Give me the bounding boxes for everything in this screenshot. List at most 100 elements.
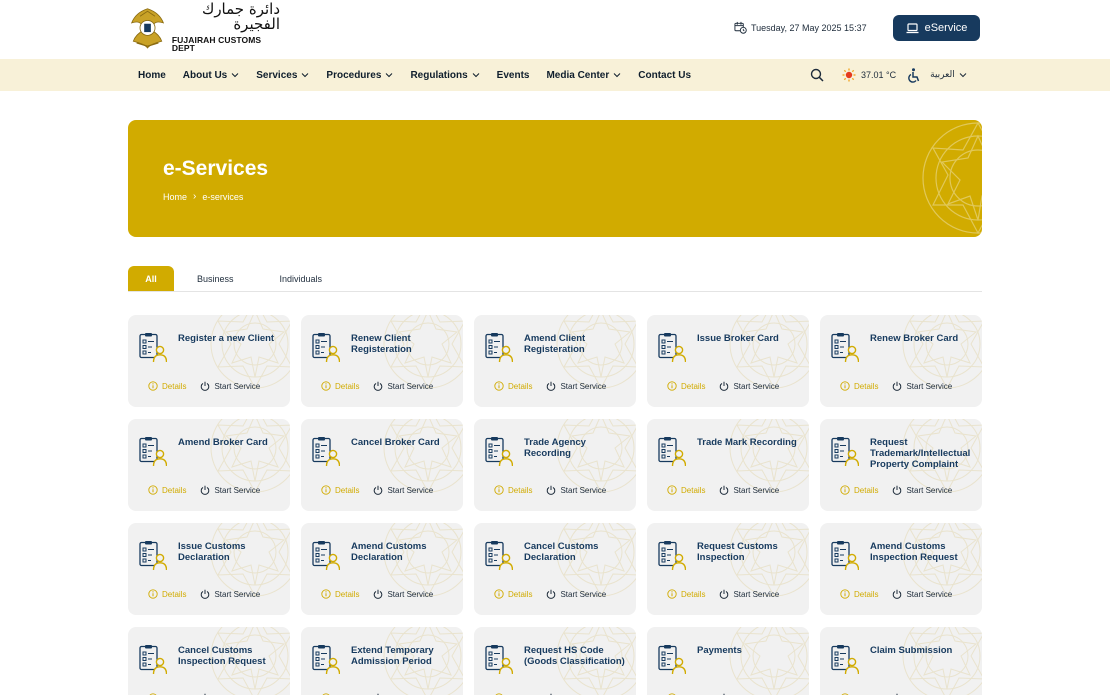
service-actions: Details Start Service (494, 485, 606, 495)
nav-item-regulations[interactable]: Regulations (410, 70, 480, 81)
start-service-label: Start Service (387, 485, 434, 495)
power-icon (201, 589, 210, 599)
details-label: Details (854, 485, 879, 495)
service-card[interactable]: Amend Customs Inspection Request Details S… (820, 523, 982, 615)
breadcrumb-home[interactable]: Home (163, 192, 187, 202)
details-link[interactable]: Details (321, 485, 359, 495)
service-document-user-icon (831, 437, 859, 467)
service-card[interactable]: Extend Temporary Admission PeriodDetails… (301, 627, 463, 695)
details-link[interactable]: Details (494, 589, 532, 599)
service-card[interactable]: Renew Client Registeration Details Start S… (301, 315, 463, 407)
service-card[interactable]: Renew Broker Card Details Start Service (820, 315, 982, 407)
service-card[interactable]: Amend Client Registeration Details Start S… (474, 315, 636, 407)
service-card[interactable]: Trade Mark Recording Details Start Service (647, 419, 809, 511)
tab-all[interactable]: All (128, 266, 174, 291)
details-link[interactable]: Details (321, 589, 359, 599)
service-card[interactable]: Amend Broker Card Details Start Service (128, 419, 290, 511)
service-card[interactable]: Register a new Client Details Start Servic… (128, 315, 290, 407)
service-card[interactable]: Trade Agency Recording Details Start Servi… (474, 419, 636, 511)
logo-arabic-text: دائرة جمارك الفجيرة (201, 0, 280, 33)
nav-item-about-us[interactable]: About Us (183, 70, 239, 81)
info-icon (321, 381, 331, 391)
start-service-link[interactable]: Start Service (892, 589, 952, 599)
service-title: Request Customs Inspection (697, 541, 778, 563)
start-service-link[interactable]: Start Service (719, 485, 779, 495)
service-title: Claim Submission (870, 645, 953, 656)
details-link[interactable]: Details (494, 485, 532, 495)
service-title: Issue Broker Card (697, 333, 779, 344)
details-link[interactable]: Details (667, 485, 705, 495)
details-link[interactable]: Details (148, 589, 186, 599)
service-document-user-icon (139, 541, 167, 571)
start-service-link[interactable]: Start Service (373, 485, 433, 495)
nav-item-procedures[interactable]: Procedures (326, 70, 393, 81)
breadcrumb-current: e-services (202, 191, 244, 202)
start-service-link[interactable]: Start Service (892, 381, 952, 391)
start-service-link[interactable]: Start Service (546, 589, 606, 599)
start-service-link[interactable]: Start Service (546, 485, 606, 495)
chevron-down-icon (386, 73, 393, 78)
start-service-link[interactable]: Start Service (373, 589, 433, 599)
service-card[interactable]: Issue Broker Card Details Start Service (647, 315, 809, 407)
chevron-down-icon (959, 73, 967, 78)
service-card[interactable]: Cancel Customs Declaration Details Start S… (474, 523, 636, 615)
power-icon (547, 589, 556, 599)
details-link[interactable]: Details (667, 589, 705, 599)
service-actions: Details Start Service (148, 381, 260, 391)
chevron-down-icon (472, 73, 480, 78)
service-card[interactable]: PaymentsDetailsStart Service (647, 627, 809, 695)
info-icon (840, 589, 850, 599)
details-link[interactable]: Details (840, 381, 878, 391)
details-link[interactable]: Details (840, 589, 878, 599)
details-link[interactable]: Details (148, 485, 186, 495)
start-service-link[interactable]: Start Service (200, 485, 260, 495)
service-card[interactable]: Cancel Customs Inspection RequestDetails… (128, 627, 290, 695)
start-service-label: Start Service (906, 381, 953, 391)
start-service-link[interactable]: Start Service (892, 485, 952, 495)
service-card[interactable]: Claim SubmissionDetailsStart Service (820, 627, 982, 695)
eservice-button[interactable]: eService (893, 15, 980, 41)
tab-individuals[interactable]: Individuals (257, 266, 346, 291)
details-link[interactable]: Details (667, 381, 705, 391)
info-icon (840, 485, 850, 495)
details-link[interactable]: Details (148, 381, 186, 391)
main-nav: Home About Us Services Procedures Regulation… (0, 59, 1110, 91)
details-link[interactable]: Details (494, 381, 532, 391)
details-link[interactable]: Details (840, 485, 878, 495)
start-service-link[interactable]: Start Service (719, 381, 779, 391)
service-actions: Details Start Service (321, 485, 433, 495)
details-link[interactable]: Details (321, 381, 359, 391)
service-card[interactable]: Amend Customs Declaration Details Start Se… (301, 523, 463, 615)
nav-item-events[interactable]: Events (497, 70, 530, 81)
details-label: Details (854, 589, 879, 599)
language-switcher[interactable]: العربية (930, 70, 967, 80)
chevron-down-icon (613, 73, 621, 78)
nav-item-media-center[interactable]: Media Center (546, 70, 621, 81)
service-document-user-icon (312, 333, 340, 363)
accessibility-icon[interactable] (906, 67, 921, 83)
nav-item-home[interactable]: Home (138, 70, 166, 81)
nav-item-label: About Us (182, 69, 228, 81)
start-service-link[interactable]: Start Service (200, 381, 260, 391)
service-actions: Details Start Service (840, 381, 952, 391)
nav-item-services[interactable]: Services (256, 70, 309, 81)
details-label: Details (508, 589, 533, 599)
tab-business[interactable]: Business (174, 266, 257, 291)
logo[interactable]: دائرة جمارك الفجيرة FUJAIRAH CUSTOMS DEP… (130, 1, 280, 53)
service-card[interactable]: Cancel Broker Card Details Start Service (301, 419, 463, 511)
service-card[interactable]: Request HS Code (Goods Classification)De… (474, 627, 636, 695)
service-card[interactable]: Request Customs Inspection Details Start S… (647, 523, 809, 615)
service-card[interactable]: Request Trademark/Intellectual Property … (820, 419, 982, 511)
service-card[interactable]: Issue Customs Declaration Details Start Se… (128, 523, 290, 615)
start-service-label: Start Service (214, 589, 261, 599)
search-icon[interactable] (810, 68, 824, 82)
nav-item-contact-us[interactable]: Contact Us (638, 70, 691, 81)
start-service-link[interactable]: Start Service (200, 589, 260, 599)
start-service-link[interactable]: Start Service (373, 381, 433, 391)
info-icon (667, 381, 677, 391)
service-actions: Details Start Service (148, 485, 260, 495)
start-service-link[interactable]: Start Service (546, 381, 606, 391)
page-banner: e-Services Home › e-services (128, 120, 982, 237)
info-icon (667, 485, 677, 495)
start-service-link[interactable]: Start Service (719, 589, 779, 599)
